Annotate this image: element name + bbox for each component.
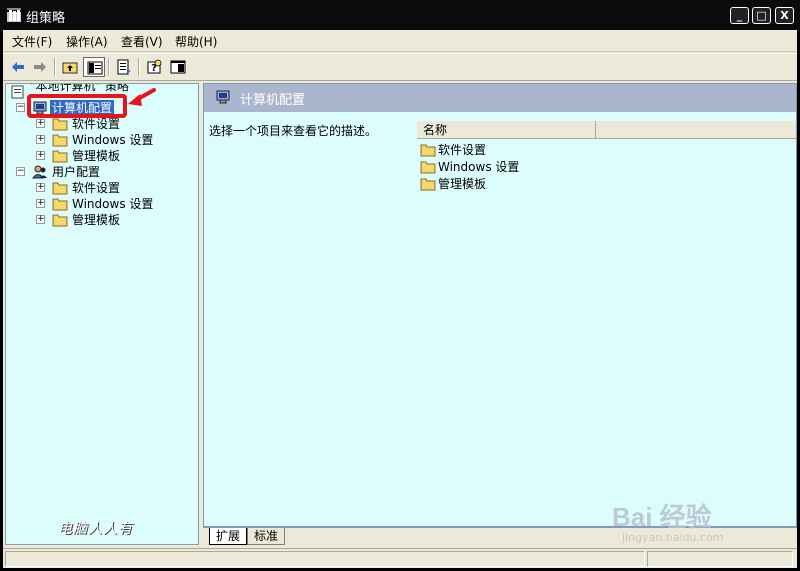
annotation-arrow-icon (128, 88, 156, 106)
expand-icon[interactable]: + (36, 199, 45, 208)
console-window-button[interactable] (167, 57, 189, 77)
list-item-label: 软件设置 (438, 143, 487, 157)
tree-label-root[interactable]: "本地计算机" 策略 (28, 84, 131, 94)
toolbar-separator (138, 58, 140, 76)
tree-item-user-config[interactable]: − 用户配置 (8, 164, 198, 180)
toolbar-separator (54, 58, 56, 76)
details-pane: 计算机配置 选择一个项目来查看它的描述。 名称 软件设置 Windows 设置 … (203, 83, 797, 527)
watermark-logo-text: Bai 经验 (612, 502, 712, 532)
folder-icon (420, 178, 436, 191)
window-title: 组策略 (26, 11, 66, 26)
list-item-label: Windows 设置 (438, 160, 520, 174)
column-name-header[interactable]: 名称 (417, 121, 596, 139)
tree-label[interactable]: Windows 设置 (70, 196, 155, 212)
tree-label-user-config[interactable]: 用户配置 (50, 164, 102, 180)
console-window-icon (170, 60, 186, 74)
title-bar[interactable]: 组策略 _ □ X (0, 0, 800, 30)
menu-bar: 文件(F) 操作(A) 查看(V) 帮助(H) (3, 30, 797, 52)
help-button[interactable]: ? (143, 57, 165, 77)
minimize-button[interactable]: _ (730, 7, 749, 24)
expand-icon[interactable]: + (36, 183, 45, 192)
list-item-label: 管理模板 (438, 177, 487, 191)
forward-button[interactable] (29, 57, 51, 77)
tree-item-user-software-settings[interactable]: + 软件设置 (8, 180, 198, 196)
policy-scroll-icon (11, 85, 24, 99)
menu-help[interactable]: 帮助(H) (175, 33, 217, 50)
window-frame: 文件(F) 操作(A) 查看(V) 帮助(H) ? "本地计算机" 策略 − 计… (3, 30, 797, 568)
signature-overlay: 电脑人人有 (58, 521, 133, 537)
show-hide-tree-icon (87, 61, 103, 75)
close-button[interactable]: X (775, 7, 794, 24)
status-cell-secondary (647, 551, 793, 567)
item-description: 选择一个项目来查看它的描述。 (209, 124, 378, 138)
up-folder-icon (62, 62, 78, 74)
tree-item-user-windows-settings[interactable]: + Windows 设置 (8, 196, 198, 212)
folder-icon (52, 134, 68, 147)
tree-item-windows-settings[interactable]: + Windows 设置 (8, 132, 198, 148)
tab-standard[interactable]: 标准 (247, 528, 286, 545)
expand-icon[interactable]: + (36, 119, 45, 128)
folder-icon (52, 118, 68, 131)
expand-icon[interactable]: + (36, 215, 45, 224)
help-icon: ? (147, 59, 162, 74)
expand-icon[interactable]: + (36, 151, 45, 160)
status-bar (3, 548, 797, 568)
details-header: 计算机配置 (204, 84, 796, 112)
menu-view[interactable]: 查看(V) (121, 33, 163, 50)
tree-item-user-admin-templates[interactable]: + 管理模板 (8, 212, 198, 228)
show-hide-tree-button[interactable] (83, 57, 105, 77)
folder-icon (52, 182, 68, 195)
back-arrow-icon (12, 62, 24, 72)
tree-label[interactable]: 管理模板 (70, 148, 122, 164)
folder-icon (420, 161, 436, 174)
tree-item-admin-templates[interactable]: + 管理模板 (8, 148, 198, 164)
tree-label[interactable]: 软件设置 (70, 180, 122, 196)
collapse-icon[interactable]: − (16, 103, 25, 112)
folder-icon (52, 150, 68, 163)
folder-icon (420, 144, 436, 157)
menu-file[interactable]: 文件(F) (12, 33, 52, 50)
group-policy-app-icon (7, 8, 21, 22)
export-list-icon (117, 59, 131, 75)
tree-label[interactable]: 管理模板 (70, 212, 122, 228)
toolbar: ? (3, 53, 797, 81)
expand-icon[interactable]: + (36, 135, 45, 144)
tree-label[interactable]: Windows 设置 (70, 132, 155, 148)
collapse-icon[interactable]: − (16, 167, 25, 176)
folder-icon (52, 214, 68, 227)
forward-arrow-icon (34, 62, 46, 72)
maximize-button[interactable]: □ (752, 7, 771, 24)
computer-icon (216, 90, 230, 104)
details-header-title: 计算机配置 (240, 93, 306, 108)
export-list-button[interactable] (113, 57, 135, 77)
back-button[interactable] (7, 57, 29, 77)
tab-extended[interactable]: 扩展 (209, 528, 248, 545)
annotation-highlight-box (27, 94, 127, 118)
list-column-header: 名称 (417, 121, 796, 139)
watermark-url: jingyan.baidu.com (622, 531, 724, 544)
folder-icon (52, 198, 68, 211)
menu-action[interactable]: 操作(A) (66, 33, 108, 50)
tree-label[interactable]: 软件设置 (70, 116, 122, 132)
status-cell-main (5, 551, 645, 567)
console-tree[interactable]: "本地计算机" 策略 − 计算机配置 + 软件设置 + Windows 设置 +… (5, 83, 199, 545)
up-one-level-button[interactable] (59, 57, 81, 77)
toolbar-separator (108, 58, 110, 76)
users-icon (32, 165, 47, 179)
tree-item-software-settings[interactable]: + 软件设置 (8, 116, 198, 132)
